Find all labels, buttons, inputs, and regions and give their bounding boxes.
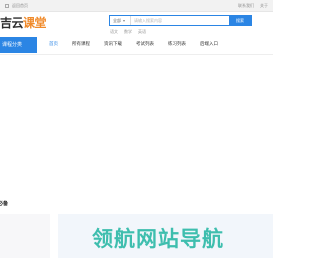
- topbar-link-about[interactable]: 关于: [260, 0, 268, 11]
- topbar-link-contact[interactable]: 联系我们: [238, 0, 254, 11]
- top-bar: 返回首页 联系我们 关于: [0, 0, 273, 12]
- main-nav: 首页 所有课程 资讯下载 考试列表 练习列表 后端入口: [42, 39, 225, 51]
- nav-item-exams[interactable]: 考试列表: [129, 39, 161, 51]
- chevron-down-icon: [123, 19, 125, 22]
- nav-item-home[interactable]: 首页: [42, 39, 65, 51]
- section-title: 必备: [0, 201, 9, 207]
- site-logo[interactable]: 吉云课堂: [0, 14, 47, 32]
- logo-text-main: 吉云: [0, 16, 24, 30]
- home-icon: [5, 3, 9, 8]
- course-category-button[interactable]: 课程分类: [0, 37, 37, 53]
- search-box: 全部 搜索: [109, 15, 252, 26]
- nav-item-admin[interactable]: 后端入口: [193, 39, 225, 51]
- search-scope-select[interactable]: 全部: [110, 16, 131, 25]
- logo-text-accent: 课堂: [23, 16, 47, 30]
- hot-word[interactable]: 语文: [110, 29, 118, 35]
- search-input[interactable]: [131, 16, 229, 25]
- watermark-text: 领航网站导航: [92, 227, 224, 251]
- hot-words: 语文 数学 英语: [110, 29, 146, 35]
- nav-item-practice[interactable]: 练习列表: [161, 39, 193, 51]
- search-button[interactable]: 搜索: [229, 16, 251, 25]
- hot-word[interactable]: 英语: [138, 29, 146, 35]
- hot-word[interactable]: 数学: [124, 29, 132, 35]
- topbar-right: 联系我们 关于: [238, 0, 268, 11]
- topbar-left[interactable]: 返回首页: [5, 0, 28, 11]
- search-scope-label: 全部: [113, 18, 121, 23]
- topbar-home-link[interactable]: 返回首页: [12, 0, 28, 11]
- content-card-left[interactable]: [0, 214, 50, 258]
- nav-item-downloads[interactable]: 资讯下载: [97, 39, 129, 51]
- nav-item-all-courses[interactable]: 所有课程: [65, 39, 97, 51]
